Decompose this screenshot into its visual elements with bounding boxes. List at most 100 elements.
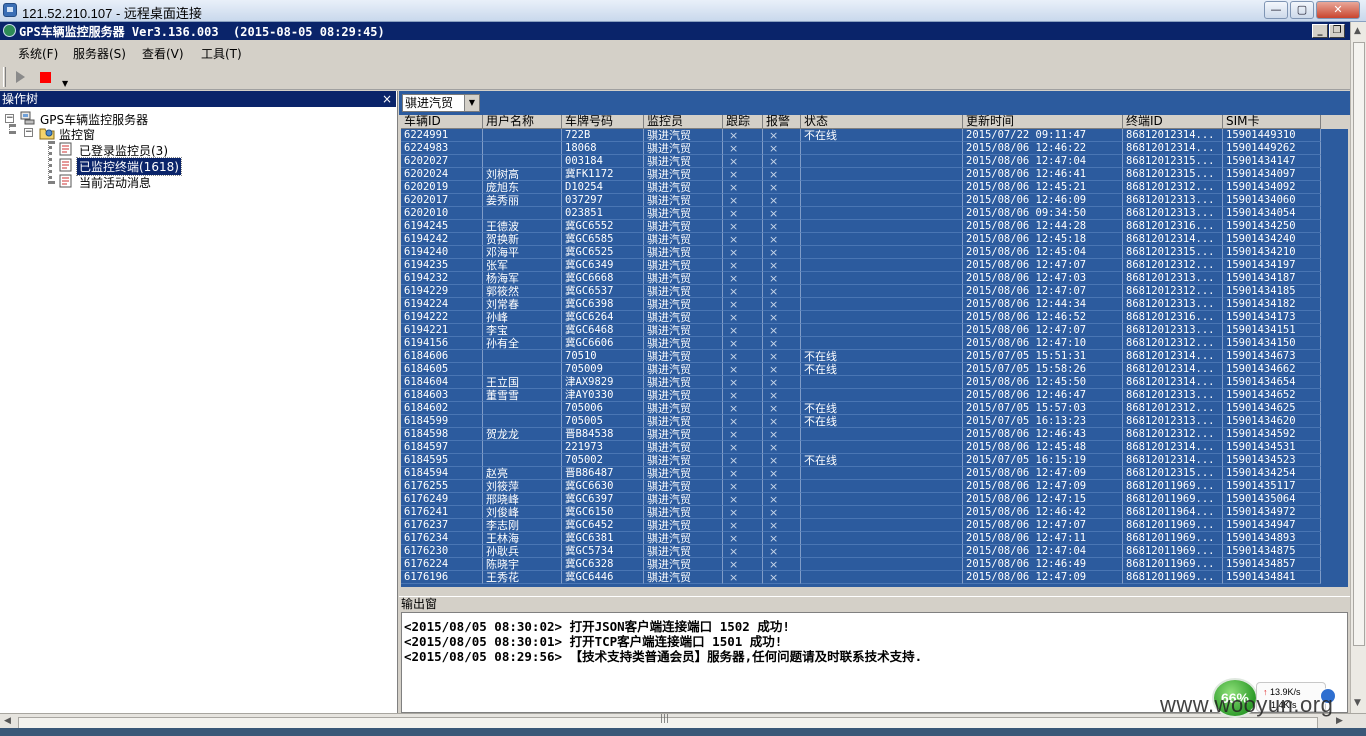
cell-update-time: 2015/07/05 15:57:03 [963, 402, 1123, 415]
table-row[interactable]: 6184602 705006 骐进汽贸 × × 不在线 2015/07/05 15:57:0… [401, 402, 1348, 415]
table-row[interactable]: 6184598 贺龙龙 晋B84538 骐进汽贸 × × 2015/08/06 12:46:… [401, 428, 1348, 441]
table-row[interactable]: 6194156 孙有全 冀GC6606 骐进汽贸 × × 2015/08/06 12:47:… [401, 337, 1348, 350]
cell-update-time: 2015/08/06 12:46:42 [963, 506, 1123, 519]
tree-item-active-messages[interactable]: 当前活动消息 [79, 174, 151, 191]
rdp-close-button[interactable]: ✕ [1316, 1, 1360, 19]
play-icon[interactable] [16, 71, 25, 83]
menu-server[interactable]: 服务器(S) [73, 45, 126, 62]
table-row[interactable]: 6194229 郭筱然 冀GC6537 骐进汽贸 × × 2015/08/06 12:47:… [401, 285, 1348, 298]
table-row[interactable]: 6184597 221973 骐进汽贸 × × 2015/08/06 12:45:48 86… [401, 441, 1348, 454]
scroll-up-arrow-icon[interactable]: ▲ [1354, 26, 1361, 36]
table-row[interactable]: 6176230 孙耿兵 冀GC5734 骐进汽贸 × × 2015/08/06 12:47:… [401, 545, 1348, 558]
table-row[interactable]: 6224983 18068 骐进汽贸 × × 2015/08/06 12:46:22 868… [401, 142, 1348, 155]
table-row[interactable]: 6224991 722B 骐进汽贸 × × 不在线 2015/07/22 09:11:47 8… [401, 129, 1348, 142]
table-row[interactable]: 6202027 003184 骐进汽贸 × × 2015/08/06 12:47:04 86… [401, 155, 1348, 168]
column-header-monitor[interactable]: 监控员 [644, 115, 723, 129]
scroll-down-arrow-icon[interactable]: ▼ [1354, 698, 1361, 708]
cell-sim-card: 15901434151 [1223, 324, 1321, 337]
cell-plate-number: 冀FK1172 [562, 168, 644, 181]
column-header-status[interactable]: 状态 [801, 115, 963, 129]
table-row[interactable]: 6184595 705002 骐进汽贸 × × 不在线 2015/07/05 16:15:1… [401, 454, 1348, 467]
group-filter-select[interactable]: 骐进汽贸 ▼ [402, 94, 480, 112]
column-header-alarm[interactable]: 报警 [763, 115, 801, 129]
scrollbar-thumb[interactable] [1353, 42, 1365, 646]
cell-track: × [723, 402, 763, 415]
cell-status [801, 441, 963, 454]
column-header-terminal-id[interactable]: 终端ID [1123, 115, 1223, 129]
table-row[interactable]: 6194245 王德波 冀GC6552 骐进汽贸 × × 2015/08/06 12:44:… [401, 220, 1348, 233]
column-header-plate-number[interactable]: 车牌号码 [562, 115, 644, 129]
table-row[interactable]: 6202010 023851 骐进汽贸 × × 2015/08/06 09:34:50 86… [401, 207, 1348, 220]
stop-icon[interactable] [40, 72, 51, 83]
table-row[interactable]: 6194221 李宝 冀GC6468 骐进汽贸 × × 2015/08/06 12:47:0… [401, 324, 1348, 337]
table-row[interactable]: 6176241 刘俊峰 冀GC6150 骐进汽贸 × × 2015/08/06 12:46:… [401, 506, 1348, 519]
cell-terminal-id: 86812011964... [1123, 506, 1223, 519]
table-row[interactable]: 6194224 刘常春 冀GC6398 骐进汽贸 × × 2015/08/06 12:44:… [401, 298, 1348, 311]
column-header-sim-card[interactable]: SIM卡 [1223, 115, 1321, 129]
menu-system[interactable]: 系统(F) [18, 45, 58, 62]
output-window-header: 输出窗 [399, 596, 1350, 612]
menu-tools[interactable]: 工具(T) [201, 45, 242, 62]
cell-plate-number: 冀GC6630 [562, 480, 644, 493]
column-header-update-time[interactable]: 更新时间 [963, 115, 1123, 129]
table-row[interactable]: 6202017 姜秀丽 037297 骐进汽贸 × × 2015/08/06 12:46:0… [401, 194, 1348, 207]
tree-item-logged-monitors[interactable]: 已登录监控员(3) [79, 142, 168, 159]
cell-alarm: × [763, 558, 801, 571]
table-row[interactable]: 6202024 刘树高 冀FK1172 骐进汽贸 × × 2015/08/06 12:46:… [401, 168, 1348, 181]
cell-track: × [723, 545, 763, 558]
tree-close-button[interactable]: × [382, 91, 392, 107]
cell-vehicle-id: 6202010 [401, 207, 483, 220]
table-row[interactable]: 6194232 杨海军 冀GC6668 骐进汽贸 × × 2015/08/06 12:47:… [401, 272, 1348, 285]
tree-collapse-toggle[interactable]: − [5, 114, 14, 123]
cell-vehicle-id: 6194221 [401, 324, 483, 337]
table-row[interactable]: 6176234 王林海 冀GC6381 骐进汽贸 × × 2015/08/06 12:47:… [401, 532, 1348, 545]
table-row[interactable]: 6176224 陈晓宇 冀GC6328 骐进汽贸 × × 2015/08/06 12:46:… [401, 558, 1348, 571]
column-header-user-name[interactable]: 用户名称 [483, 115, 562, 129]
cell-monitor: 骐进汽贸 [644, 246, 723, 259]
table-row[interactable]: 6194240 邓海平 冀GC6525 骐进汽贸 × × 2015/08/06 12:45:… [401, 246, 1348, 259]
menu-view[interactable]: 查看(V) [142, 45, 184, 62]
tree-collapse-toggle[interactable]: − [24, 128, 33, 137]
chevron-down-icon[interactable]: ▼ [62, 79, 68, 88]
app-titlebar: GPS车辆监控服务器 Ver3.136.003 (2015-08-05 08:2… [0, 22, 1350, 40]
table-row[interactable]: 6184604 王立国 津AX9829 骐进汽贸 × × 2015/08/06 12:45:… [401, 376, 1348, 389]
tree-monitor-window-label[interactable]: 监控窗 [59, 126, 95, 143]
cell-terminal-id: 86812012313... [1123, 415, 1223, 428]
table-row[interactable]: 6194242 贺换新 冀GC6585 骐进汽贸 × × 2015/08/06 12:45:… [401, 233, 1348, 246]
cell-update-time: 2015/08/06 12:47:09 [963, 480, 1123, 493]
cell-status [801, 532, 963, 545]
table-row[interactable]: 6176249 邢晓峰 冀GC6397 骐进汽贸 × × 2015/08/06 12:47:… [401, 493, 1348, 506]
table-row[interactable]: 6184594 赵亮 晋B86487 骐进汽贸 × × 2015/08/06 12:47:0… [401, 467, 1348, 480]
rdp-minimize-button[interactable]: — [1264, 1, 1288, 19]
chevron-down-icon[interactable]: ▼ [464, 95, 479, 111]
table-row[interactable]: 6194222 孙峰 冀GC6264 骐进汽贸 × × 2015/08/06 12:46:5… [401, 311, 1348, 324]
cell-vehicle-id: 6202027 [401, 155, 483, 168]
cell-user-name: 杨海军 [483, 272, 562, 285]
table-row[interactable]: 6194235 张军 冀GC6349 骐进汽贸 × × 2015/08/06 12:47:0… [401, 259, 1348, 272]
table-row[interactable]: 6184603 董雪雪 津AY0330 骐进汽贸 × × 2015/08/06 12:46:… [401, 389, 1348, 402]
table-row[interactable]: 6184599 705005 骐进汽贸 × × 不在线 2015/07/05 16:13:2… [401, 415, 1348, 428]
column-header-vehicle-id[interactable]: 车辆ID [401, 115, 483, 129]
scroll-left-arrow-icon[interactable]: ◀ [4, 716, 11, 726]
tree-item-monitored-terminals[interactable]: 已监控终端(1618) [76, 157, 182, 176]
table-row[interactable]: 6184605 705009 骐进汽贸 × × 不在线 2015/07/05 15:58:2… [401, 363, 1348, 376]
outer-vertical-scrollbar[interactable]: ▲ ▼ [1350, 22, 1366, 714]
cell-sim-card: 15901434097 [1223, 168, 1321, 181]
app-minimize-button[interactable]: _ [1312, 24, 1328, 38]
app-restore-button[interactable]: ❐ [1329, 24, 1345, 38]
table-row[interactable]: 6184606 70510 骐进汽贸 × × 不在线 2015/07/05 15:51:31… [401, 350, 1348, 363]
table-row[interactable]: 6202019 庞旭东 D10254 骐进汽贸 × × 2015/08/06 12:45:2… [401, 181, 1348, 194]
output-line: <2015/08/05 08:29:56> 【技术支持类普通会员】服务器,任何问… [404, 649, 923, 664]
grid-horizontal-scrollbar[interactable] [401, 587, 1348, 595]
cell-track: × [723, 571, 763, 584]
toolbar-grip[interactable] [3, 67, 6, 87]
table-row[interactable]: 6176237 李志刚 冀GC6452 骐进汽贸 × × 2015/08/06 12:47:… [401, 519, 1348, 532]
column-header-track[interactable]: 跟踪 [723, 115, 763, 129]
table-row[interactable]: 6176196 王秀花 冀GC6446 骐进汽贸 × × 2015/08/06 12:47:… [401, 571, 1348, 584]
cell-monitor: 骐进汽贸 [644, 220, 723, 233]
cell-vehicle-id: 6176224 [401, 558, 483, 571]
cell-vehicle-id: 6194156 [401, 337, 483, 350]
cell-track: × [723, 363, 763, 376]
table-row[interactable]: 6176255 刘筱萍 冀GC6630 骐进汽贸 × × 2015/08/06 12:47:… [401, 480, 1348, 493]
rdp-maximize-button[interactable]: ▢ [1290, 1, 1314, 19]
